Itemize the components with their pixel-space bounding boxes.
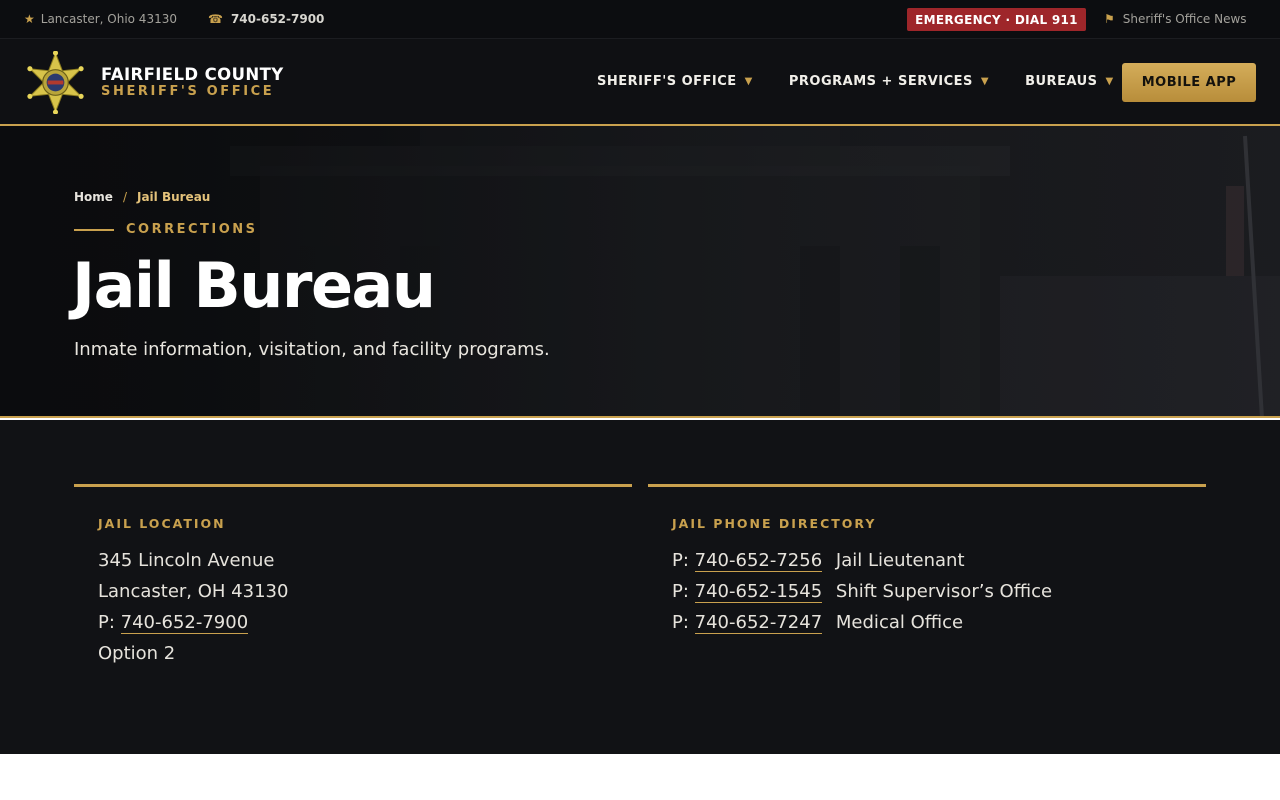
- nav-programs-services[interactable]: PROGRAMS + SERVICES ▼: [789, 74, 989, 89]
- top-utility-bar: ★ Lancaster, Ohio 43130 ☎ 740-652-7900 E…: [0, 0, 1280, 39]
- top-phone-text[interactable]: 740-652-7900: [231, 12, 324, 26]
- brand-logo-link[interactable]: FAIRFIELD COUNTY SHERIFF'S OFFICE: [24, 51, 284, 114]
- phone-prefix: P:: [672, 550, 689, 571]
- directory-label: Jail Lieutenant: [835, 550, 965, 571]
- nav-sheriffs-office[interactable]: SHERIFF'S OFFICE ▼: [597, 74, 753, 89]
- nav-label: SHERIFF'S OFFICE: [597, 74, 737, 89]
- address-street: 345 Lincoln Avenue: [98, 550, 275, 571]
- breadcrumb-separator: /: [122, 190, 127, 204]
- caret-down-icon: ▼: [1105, 76, 1114, 87]
- jail-location-card: JAIL LOCATION 345 Lincoln Avenue Lancast…: [74, 484, 632, 684]
- breadcrumb-current: Jail Bureau: [136, 190, 211, 204]
- nav-label: BUREAUS: [1025, 74, 1098, 89]
- main-content: JAIL LOCATION 345 Lincoln Avenue Lancast…: [0, 420, 1280, 754]
- breadcrumb: Home / Jail Bureau: [74, 190, 210, 204]
- location-phone-link[interactable]: 740-652-7900: [120, 612, 249, 634]
- eyebrow-text: CORRECTIONS: [126, 222, 258, 237]
- directory-phone-link[interactable]: 740-652-7256: [694, 550, 823, 572]
- phone-prefix: P:: [672, 612, 689, 633]
- caret-down-icon: ▼: [980, 76, 990, 87]
- card-heading: JAIL LOCATION: [98, 516, 226, 531]
- jail-phone-directory-card: JAIL PHONE DIRECTORY P: 740-652-7256 Jai…: [648, 484, 1206, 684]
- brand-subtitle: SHERIFF'S OFFICE: [101, 83, 275, 99]
- section-eyebrow: CORRECTIONS: [74, 222, 258, 237]
- site-header: FAIRFIELD COUNTY SHERIFF'S OFFICE SHERIF…: [0, 39, 1280, 126]
- directory-label: Medical Office: [835, 612, 964, 633]
- phone-prefix: P:: [98, 612, 115, 633]
- address-city: Lancaster, OH 43130: [98, 581, 289, 602]
- eyebrow-rule: [74, 228, 114, 231]
- news-link-text[interactable]: Sheriff's Office News: [1123, 12, 1247, 26]
- directory-entry: P: 740-652-7256 Jail Lieutenant: [672, 545, 1052, 576]
- mobile-app-button[interactable]: MOBILE APP: [1122, 63, 1256, 102]
- page-title: Jail Bureau: [72, 249, 436, 322]
- main-nav: SHERIFF'S OFFICE ▼ PROGRAMS + SERVICES ▼…: [597, 74, 1150, 89]
- brand-name: FAIRFIELD COUNTY: [101, 64, 284, 84]
- page-hero: Home / Jail Bureau CORRECTIONS Jail Bure…: [0, 126, 1280, 418]
- directory-entry: P: 740-652-1545 Shift Supervisor’s Offic…: [672, 576, 1052, 607]
- page-subtitle: Inmate information, visitation, and faci…: [74, 339, 550, 360]
- card-heading: JAIL PHONE DIRECTORY: [672, 516, 877, 531]
- directory-entry: P: 740-652-7247 Medical Office: [672, 607, 1052, 638]
- breadcrumb-home[interactable]: Home: [74, 190, 113, 204]
- star-icon: ★: [24, 12, 35, 26]
- phone-prefix: P:: [672, 581, 689, 602]
- phone-option: Option 2: [98, 643, 176, 664]
- directory-phone-link[interactable]: 740-652-7247: [694, 612, 823, 634]
- location-phone-row: P: 740-652-7900: [98, 607, 288, 638]
- emergency-badge[interactable]: EMERGENCY · DIAL 911: [907, 8, 1086, 31]
- top-phone-link[interactable]: ☎ 740-652-7900: [208, 12, 324, 26]
- caret-down-icon: ▼: [744, 76, 753, 87]
- location-text: Lancaster, Ohio 43130: [40, 12, 177, 26]
- flag-icon: ⚑: [1104, 12, 1115, 26]
- news-link[interactable]: ⚑ Sheriff's Office News: [1104, 12, 1247, 26]
- phone-icon: ☎: [208, 12, 223, 26]
- nav-label: PROGRAMS + SERVICES: [788, 74, 973, 89]
- directory-label: Shift Supervisor’s Office: [835, 581, 1053, 602]
- directory-phone-link[interactable]: 740-652-1545: [694, 581, 823, 603]
- page-footer-band: [0, 754, 1280, 800]
- sheriff-star-badge-icon: [27, 51, 84, 114]
- location-info: ★ Lancaster, Ohio 43130: [24, 12, 177, 26]
- nav-bureaus[interactable]: BUREAUS ▼: [1025, 74, 1114, 89]
